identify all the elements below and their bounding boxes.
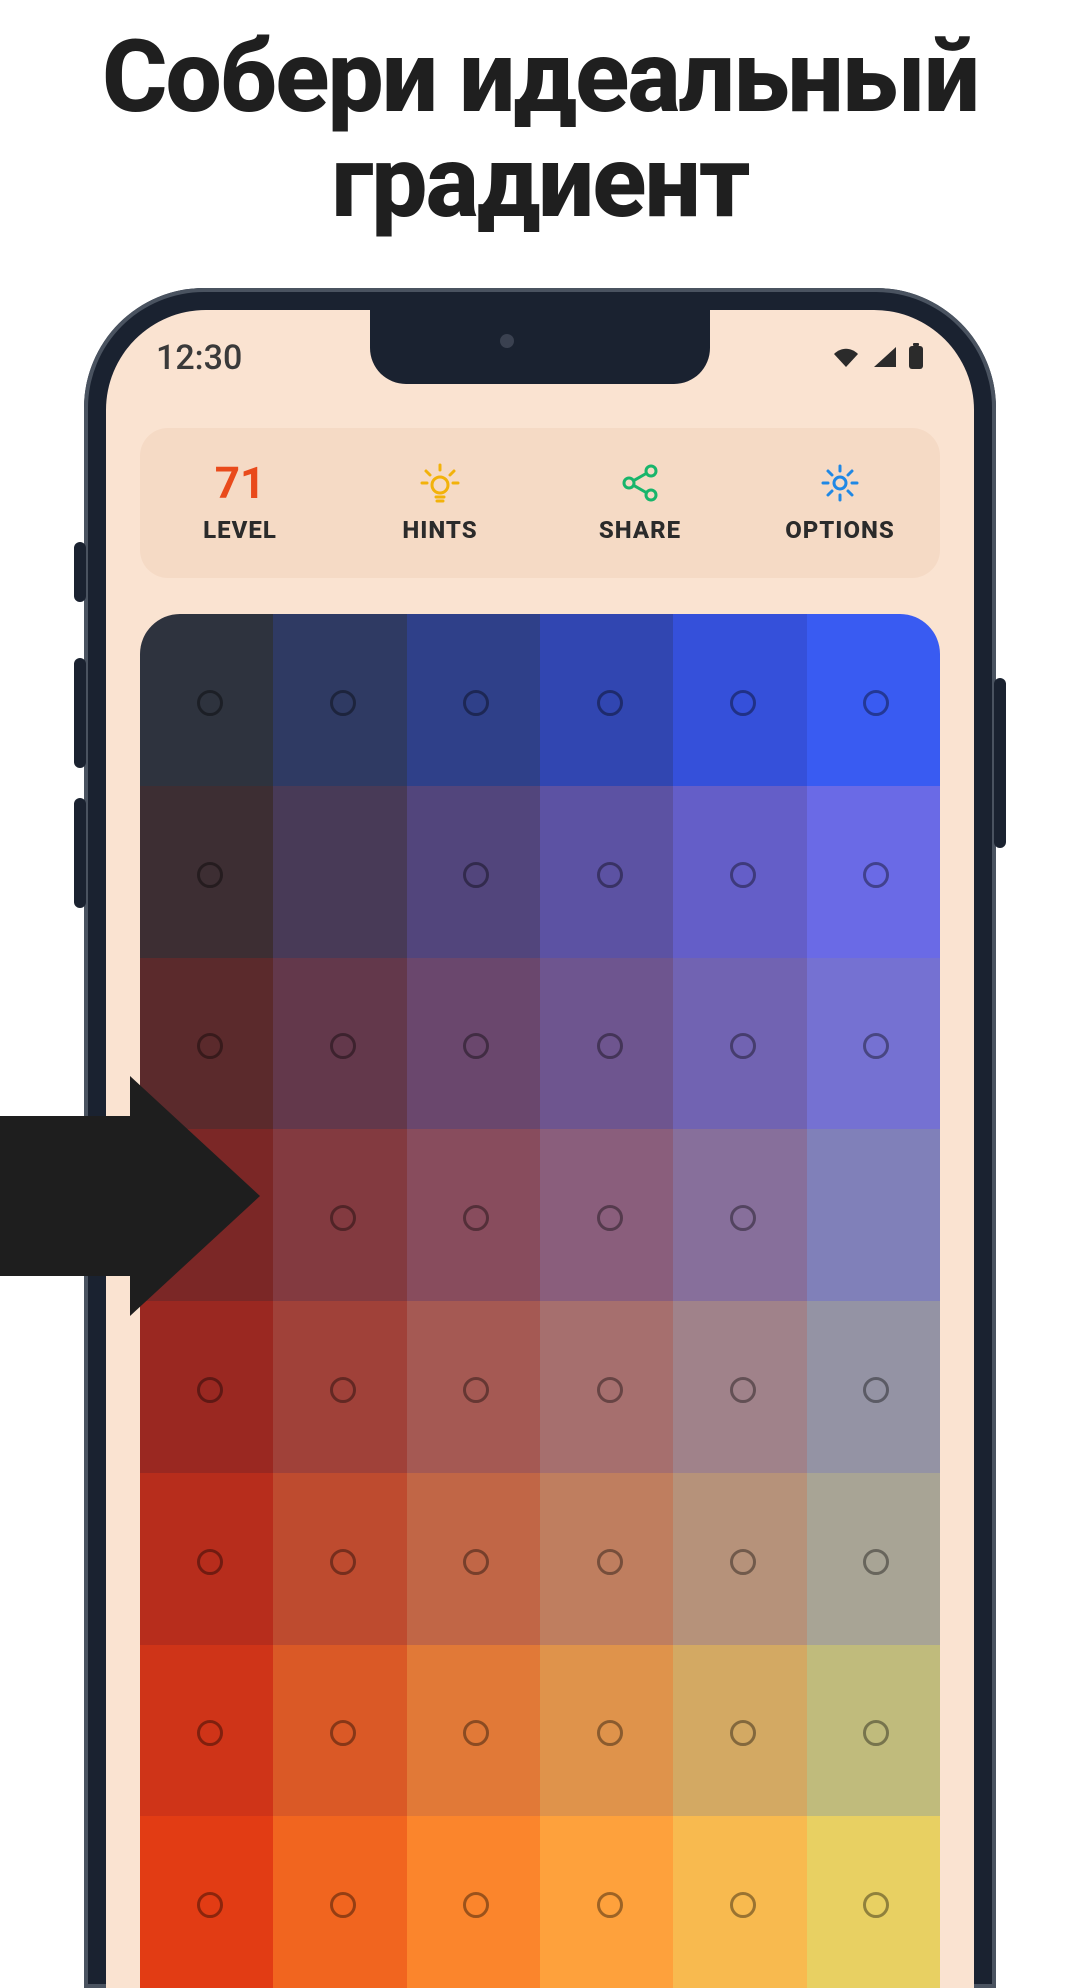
- hints-button[interactable]: HINTS: [340, 462, 540, 544]
- gradient-tile[interactable]: [807, 614, 940, 786]
- gradient-tile[interactable]: [140, 1301, 273, 1473]
- statusbar-time: 12:30: [156, 338, 242, 378]
- statusbar-indicators: [830, 338, 924, 378]
- gradient-tile[interactable]: [407, 1473, 540, 1645]
- gradient-tile[interactable]: [540, 1301, 673, 1473]
- options-label: OPTIONS: [785, 516, 895, 544]
- hints-label: HINTS: [402, 516, 477, 544]
- gradient-tile[interactable]: [273, 1816, 406, 1988]
- share-button[interactable]: SHARE: [540, 462, 740, 544]
- wifi-icon: [830, 338, 862, 378]
- attention-arrow-icon: [0, 1076, 260, 1316]
- gradient-tile[interactable]: [540, 1473, 673, 1645]
- gradient-tile[interactable]: [140, 614, 273, 786]
- phone-power-button: [994, 678, 1006, 848]
- gradient-tile[interactable]: [807, 786, 940, 958]
- gradient-tile[interactable]: [407, 1645, 540, 1817]
- gradient-tile[interactable]: [140, 1645, 273, 1817]
- gradient-tile[interactable]: [407, 614, 540, 786]
- gradient-tile[interactable]: [807, 1645, 940, 1817]
- gradient-tile[interactable]: [273, 958, 406, 1130]
- marketing-headline: Собери идеальный градиент: [0, 25, 1080, 235]
- gradient-tile[interactable]: [273, 1301, 406, 1473]
- gradient-tile[interactable]: [673, 1645, 806, 1817]
- gradient-tile[interactable]: [540, 1816, 673, 1988]
- headline-line-2: градиент: [331, 124, 748, 241]
- gradient-tile[interactable]: [807, 1301, 940, 1473]
- level-indicator: 71 LEVEL: [140, 462, 340, 544]
- gradient-tile[interactable]: [273, 614, 406, 786]
- gradient-tile[interactable]: [140, 786, 273, 958]
- gradient-tile[interactable]: [140, 1473, 273, 1645]
- gear-icon: [820, 462, 860, 504]
- gradient-tile[interactable]: [540, 958, 673, 1130]
- gradient-tile[interactable]: [273, 1645, 406, 1817]
- phone-volume-down: [74, 798, 86, 908]
- gradient-board: [140, 614, 940, 1988]
- cell-signal-icon: [872, 338, 898, 378]
- gradient-tile[interactable]: [407, 786, 540, 958]
- gradient-tile[interactable]: [273, 1129, 406, 1301]
- game-toolbar: 71 LEVEL HINTS: [140, 428, 940, 578]
- gradient-tile[interactable]: [673, 1301, 806, 1473]
- level-number: 71: [215, 464, 266, 502]
- gradient-tile[interactable]: [407, 958, 540, 1130]
- gradient-tile[interactable]: [807, 1816, 940, 1988]
- lightbulb-icon: [420, 462, 460, 504]
- gradient-tile[interactable]: [673, 1816, 806, 1988]
- battery-icon: [908, 338, 924, 378]
- headline-line-1: Собери идеальный: [102, 19, 978, 136]
- status-bar: 12:30: [106, 310, 974, 406]
- gradient-tile[interactable]: [273, 786, 406, 958]
- gradient-tile[interactable]: [273, 1473, 406, 1645]
- gradient-tile[interactable]: [540, 1129, 673, 1301]
- phone-volume-up: [74, 658, 86, 768]
- gradient-tile[interactable]: [807, 1473, 940, 1645]
- gradient-tile[interactable]: [407, 1816, 540, 1988]
- gradient-tile[interactable]: [407, 1301, 540, 1473]
- gradient-tile[interactable]: [673, 1473, 806, 1645]
- level-label: LEVEL: [203, 516, 277, 544]
- gradient-grid: [140, 614, 940, 1988]
- gradient-tile[interactable]: [540, 786, 673, 958]
- gradient-tile[interactable]: [673, 786, 806, 958]
- gradient-tile[interactable]: [140, 1816, 273, 1988]
- gradient-tile[interactable]: [807, 1129, 940, 1301]
- gradient-tile[interactable]: [673, 1129, 806, 1301]
- phone-mute-switch: [74, 542, 86, 602]
- gradient-tile[interactable]: [540, 1645, 673, 1817]
- options-button[interactable]: OPTIONS: [740, 462, 940, 544]
- share-label: SHARE: [599, 516, 681, 544]
- gradient-tile[interactable]: [673, 958, 806, 1130]
- gradient-tile[interactable]: [407, 1129, 540, 1301]
- gradient-tile[interactable]: [540, 614, 673, 786]
- share-icon: [621, 462, 659, 504]
- gradient-tile[interactable]: [807, 958, 940, 1130]
- gradient-tile[interactable]: [673, 614, 806, 786]
